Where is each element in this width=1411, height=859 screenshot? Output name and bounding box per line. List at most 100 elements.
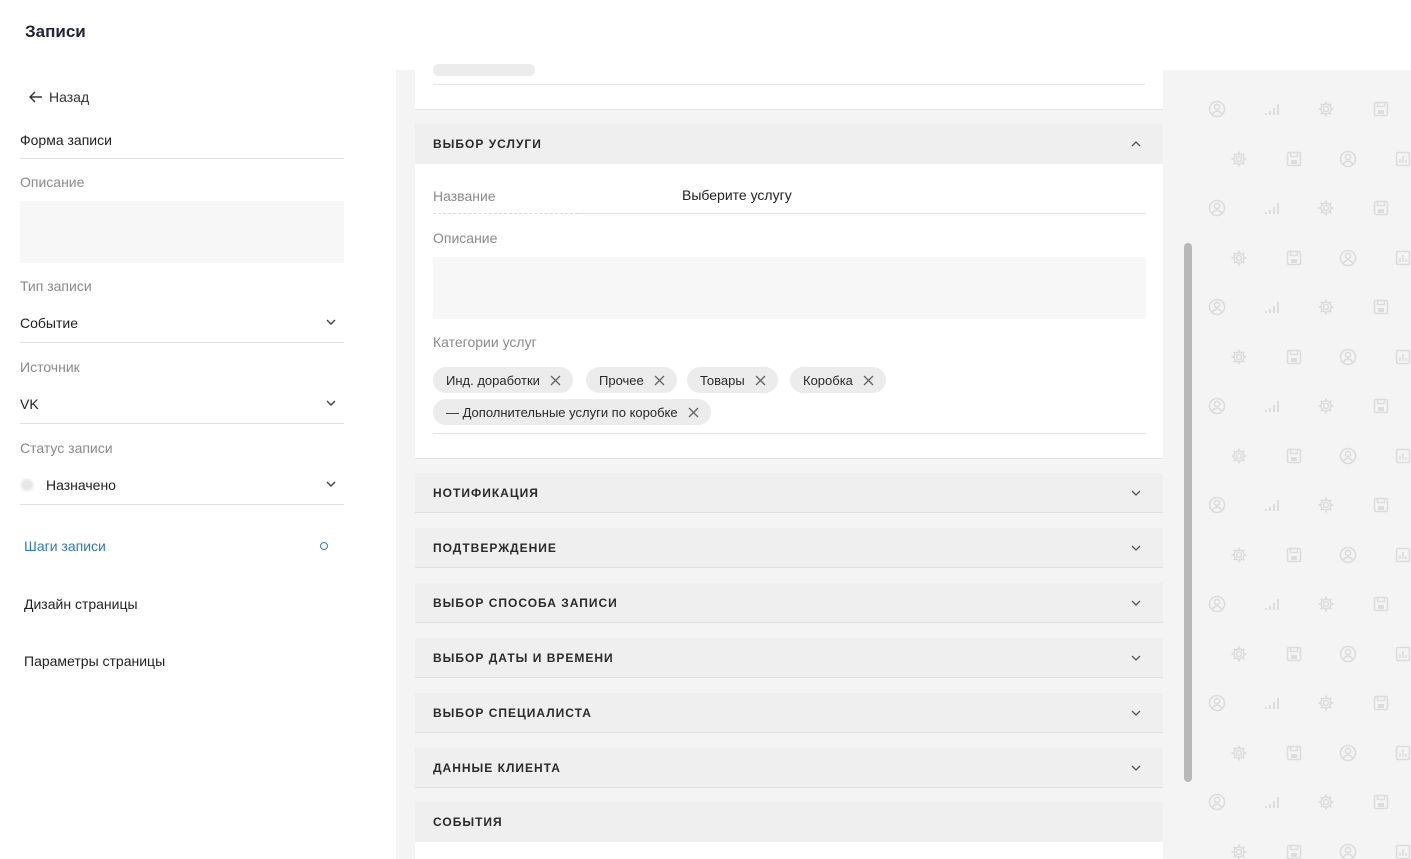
section-service-body: Название Выберите услугу Описание Катего… <box>415 164 1163 459</box>
section-datetime-header[interactable]: ВЫБОР ДАТЫ И ВРЕМЕНИ <box>415 638 1163 678</box>
section-notification-header[interactable]: НОТИФИКАЦИЯ <box>415 473 1163 513</box>
user-icon <box>1208 397 1226 415</box>
nav-steps[interactable]: Шаги записи <box>24 538 106 554</box>
signal-icon <box>1263 694 1281 712</box>
section-confirmation-header[interactable]: ПОДТВЕРЖДЕНИЕ <box>415 528 1163 568</box>
section-specialist-header[interactable]: ВЫБОР СПЕЦИАЛИСТА <box>415 693 1163 733</box>
signal-icon <box>1263 397 1281 415</box>
close-icon[interactable] <box>550 375 561 386</box>
status-select-value: Назначено <box>46 476 116 493</box>
chart-icon <box>1394 645 1411 663</box>
signal-icon <box>1263 496 1281 514</box>
arrow-left-icon <box>29 91 42 103</box>
save-icon <box>1372 694 1390 712</box>
section-method-header[interactable]: ВЫБОР СПОСОБА ЗАПИСИ <box>415 583 1163 623</box>
save-icon <box>1285 348 1303 366</box>
service-categories-label: Категории услуг <box>433 334 537 350</box>
chip-label: Товары <box>700 372 745 388</box>
close-icon[interactable] <box>755 375 766 386</box>
chip-label: — Дополнительные услуги по коробке <box>446 404 678 420</box>
divider <box>433 84 1145 85</box>
section-events-header[interactable]: СОБЫТИЯ <box>415 802 1163 842</box>
user-icon <box>1208 793 1226 811</box>
source-label: Источник <box>20 359 80 375</box>
gear-icon <box>1317 199 1335 217</box>
save-icon <box>1285 447 1303 465</box>
user-icon <box>1339 546 1357 564</box>
close-icon[interactable] <box>863 375 874 386</box>
save-icon <box>1285 249 1303 267</box>
gear-icon <box>1230 249 1248 267</box>
gear-icon <box>1317 100 1335 118</box>
back-button[interactable]: Назад <box>29 89 89 105</box>
nav-page-design[interactable]: Дизайн страницы <box>24 596 138 612</box>
gear-icon <box>1317 595 1335 613</box>
chevron-down-icon <box>1131 600 1141 606</box>
scrollbar-thumb[interactable] <box>1184 243 1192 782</box>
section-client-header[interactable]: ДАННЫЕ КЛИЕНТА <box>415 748 1163 788</box>
chip-label: Инд. доработки <box>446 372 540 388</box>
chip-label: Прочее <box>599 372 644 388</box>
save-icon <box>1372 595 1390 613</box>
chevron-down-icon <box>1131 765 1141 771</box>
chevron-down-icon <box>1131 545 1141 551</box>
service-description-field[interactable] <box>433 257 1146 319</box>
active-step-indicator-icon <box>320 542 328 550</box>
service-name-select[interactable]: Выберите услугу <box>682 187 792 203</box>
chart-icon <box>1394 546 1411 564</box>
description-label: Описание <box>20 174 85 190</box>
chevron-down-icon <box>1131 490 1141 496</box>
user-icon <box>1339 645 1357 663</box>
user-icon <box>1339 348 1357 366</box>
section-service-title: ВЫБОР УСЛУГИ <box>433 137 542 151</box>
divider <box>433 213 578 214</box>
save-icon <box>1285 645 1303 663</box>
nav-page-params[interactable]: Параметры страницы <box>24 653 165 669</box>
back-label: Назад <box>49 89 90 105</box>
user-icon <box>1208 496 1226 514</box>
user-icon <box>1339 744 1357 762</box>
save-icon <box>1285 150 1303 168</box>
save-icon <box>1372 100 1390 118</box>
user-icon <box>1208 694 1226 712</box>
signal-icon <box>1263 298 1281 316</box>
user-icon <box>1208 595 1226 613</box>
source-select-value: VK <box>20 395 39 412</box>
chevron-down-icon <box>1131 710 1141 716</box>
user-icon <box>1339 150 1357 168</box>
decorative-pattern <box>1195 70 1411 859</box>
type-label: Тип записи <box>20 278 92 294</box>
section-title: ВЫБОР ДАТЫ И ВРЕМЕНИ <box>433 650 614 665</box>
chip <box>433 64 535 76</box>
gear-icon <box>1317 298 1335 316</box>
gear-icon <box>1230 843 1248 859</box>
chart-icon <box>1394 843 1411 859</box>
divider <box>578 213 1146 214</box>
user-icon <box>1339 447 1357 465</box>
status-select[interactable]: Назначено <box>20 465 344 505</box>
source-select[interactable]: VK <box>20 384 344 424</box>
gear-icon <box>1230 744 1248 762</box>
description-field[interactable] <box>20 201 344 263</box>
category-chip: — Дополнительные услуги по коробке <box>433 399 711 425</box>
save-icon <box>1372 298 1390 316</box>
save-icon <box>1372 496 1390 514</box>
close-icon[interactable] <box>688 407 699 418</box>
gear-icon <box>1230 447 1248 465</box>
form-name-value[interactable]: Форма записи <box>20 132 112 148</box>
gear-icon <box>1230 645 1248 663</box>
page-title: Записи <box>25 22 86 41</box>
section-title: ВЫБОР СПЕЦИАЛИСТА <box>433 705 592 720</box>
close-icon[interactable] <box>654 375 665 386</box>
section-title: НОТИФИКАЦИЯ <box>433 485 539 500</box>
gear-icon <box>1230 150 1248 168</box>
gear-icon <box>1230 348 1248 366</box>
type-select[interactable]: Событие <box>20 303 344 343</box>
divider <box>20 158 344 159</box>
divider <box>433 433 1146 434</box>
status-dot-icon <box>20 477 34 492</box>
section-events-body <box>415 842 1163 859</box>
gear-icon <box>1317 496 1335 514</box>
section-service-header[interactable]: ВЫБОР УСЛУГИ <box>415 124 1163 164</box>
previous-section-card <box>415 64 1163 110</box>
